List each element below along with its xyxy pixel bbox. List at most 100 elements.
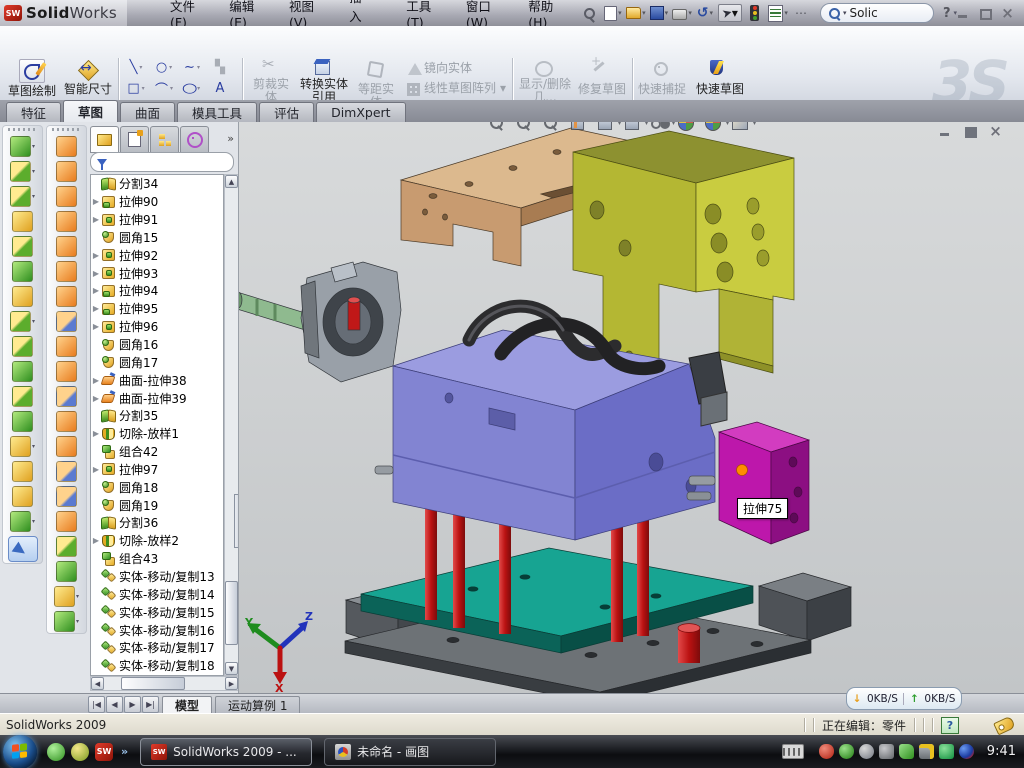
toolbar-button[interactable]: ▾ [2,209,43,234]
expander-icon[interactable]: ▶ [91,251,101,260]
tree-item[interactable]: ▶ 切除-放样2 [91,532,223,550]
tree-item[interactable]: ▶ 实体-移动/复制16 [91,621,223,639]
expander-icon[interactable]: ▶ [91,376,101,385]
doc-minimize-button[interactable] [939,126,952,137]
toolbar-button[interactable]: ▾ [46,134,87,159]
tree-item[interactable]: ▶ 组合42 [91,443,223,461]
tag-icon[interactable] [993,715,1016,735]
toolbar-button[interactable]: ▾ [46,509,87,534]
minimize-button[interactable] [957,8,970,19]
toolbar-button[interactable]: ▾ [46,334,87,359]
tab-dimxpertmanager[interactable] [180,126,209,153]
zoom-area-icon[interactable] [514,122,534,132]
tree-item[interactable]: ▶ 圆角18 [91,478,223,496]
spline-icon[interactable]: ∼▾ [178,57,206,78]
tree-item[interactable]: ▶ 实体-移动/复制14 [91,585,223,603]
prev-tab-button[interactable]: ◀ [106,696,123,713]
expander-icon[interactable]: ▶ [91,269,101,278]
sync-tray-icon[interactable] [899,744,914,759]
hide-show-items-icon[interactable]: ▾ [649,122,669,132]
toolbar-button[interactable]: ▾ [2,184,43,209]
tree-item[interactable]: ▶ 拉伸93 [91,264,223,282]
ellipse-icon[interactable]: ○▾ [178,78,206,99]
taskbar-window-button[interactable]: 未命名 - 画图 [324,738,496,766]
expander-icon[interactable]: ▶ [91,286,101,295]
tree-item[interactable]: ▶ 圆角17 [91,353,223,371]
tree-item[interactable]: ▶ 圆角15 [91,229,223,247]
scroll-down-button[interactable]: ▼ [225,662,238,675]
tree-item[interactable]: ▶ 实体-移动/复制18 [91,657,223,675]
pattern-region-icon[interactable]: ▚ [206,57,234,78]
tree-item[interactable]: ▶ 实体-移动/复制17 [91,639,223,657]
toolbar-button[interactable]: ▾ [46,159,87,184]
tree-item[interactable]: ▶ 拉伸95 [91,300,223,318]
display-style-icon[interactable]: ▾ [622,122,642,132]
toolbar-button[interactable]: ▾ [2,434,43,459]
toolbar-button[interactable]: ▾ [46,359,87,384]
security-shield-tray-icon[interactable] [839,744,854,759]
search-dropdown-icon[interactable]: ▾ [843,9,847,17]
tree-item[interactable]: ▶ 圆角16 [91,336,223,354]
help-button[interactable]: ? [943,6,951,21]
tree-item[interactable]: ▶ 拉伸91 [91,211,223,229]
toolbar-button[interactable]: ▾ [2,334,43,359]
ribbon-tab[interactable]: 曲面 [120,102,175,122]
expander-icon[interactable]: ▶ [91,215,101,224]
toolbar-button[interactable]: ▾ [2,534,43,564]
options-button[interactable]: ▾ [768,4,788,22]
tab-configurationmanager[interactable] [150,126,179,153]
sketch-text-icon[interactable]: A [206,78,234,99]
view-settings-icon[interactable]: ▾ [730,122,750,132]
ribbon-tab[interactable]: 特征 [6,102,61,122]
restore-button[interactable] [979,8,992,19]
solidworks-launcher-icon[interactable]: SW [95,743,113,761]
toolbar-button[interactable]: ▾ [46,459,87,484]
settings-gear-tray-icon[interactable] [859,744,874,759]
tree-vertical-scrollbar[interactable]: ▲ ▼ [224,174,239,676]
rebuild-button[interactable] [745,4,765,22]
toolbar-button[interactable]: ▾ [46,184,87,209]
panel-tabs-overflow[interactable]: » [227,132,234,145]
tree-filter-input[interactable] [90,152,234,172]
tree-item[interactable]: ▶ 分割35 [91,407,223,425]
scroll-thumb[interactable] [225,581,238,645]
arc-icon[interactable]: ⌒▾ [150,78,178,99]
volume-tray-icon[interactable] [879,744,894,759]
search-input[interactable]: ▾ Solic [820,3,934,23]
mirror-entities-button[interactable]: 镜向实体 [404,58,506,77]
scroll-up-button[interactable]: ▲ [225,175,238,188]
tree-item[interactable]: ▶ 实体-移动/复制15 [91,603,223,621]
new-document-button[interactable]: ▾ [603,4,623,22]
expander-icon[interactable]: ▶ [91,536,101,545]
document-tab[interactable]: 模型 [162,696,212,714]
toolbar-button[interactable]: ▾ [46,559,87,584]
antivirus-tray-icon[interactable] [819,744,834,759]
messenger-status-tray-icon[interactable] [959,744,974,759]
tab-propertymanager[interactable] [120,126,149,153]
toolbar-button[interactable]: ▾ [2,409,43,434]
toolbar-button[interactable]: ▾ [46,209,87,234]
expander-icon[interactable]: ▶ [91,304,101,313]
tree-item[interactable]: ▶ 圆角19 [91,496,223,514]
tree-item[interactable]: ▶ 曲面-拉伸38 [91,371,223,389]
expander-icon[interactable]: ▶ [91,429,101,438]
line-icon[interactable]: ╲▾ [122,57,150,78]
start-button[interactable] [3,735,37,768]
tree-item[interactable]: ▶ 实体-移动/复制13 [91,568,223,586]
ribbon-tab[interactable]: 模具工具 [177,102,257,122]
scroll-right-button[interactable]: ▶ [225,677,238,690]
save-button[interactable]: ▾ [649,4,669,22]
toolbar-button[interactable]: ▾ [2,134,43,159]
network-warning-tray-icon[interactable] [919,744,934,759]
section-view-icon[interactable] [568,122,588,132]
tree-item[interactable]: ▶ 曲面-拉伸39 [91,389,223,407]
toolbar-button[interactable]: ▾ [46,384,87,409]
update-tray-icon[interactable] [939,744,954,759]
zoom-fit-icon[interactable] [487,122,507,132]
toolbar-button[interactable]: ▾ [2,359,43,384]
tree-item[interactable]: ▶ 拉伸97 [91,461,223,479]
expander-icon[interactable]: ▶ [91,197,101,206]
tree-item[interactable]: ▶ 拉伸96 [91,318,223,336]
rectangle-icon[interactable]: □▾ [122,78,150,99]
taskbar-clock[interactable]: 9:41 [987,744,1016,759]
